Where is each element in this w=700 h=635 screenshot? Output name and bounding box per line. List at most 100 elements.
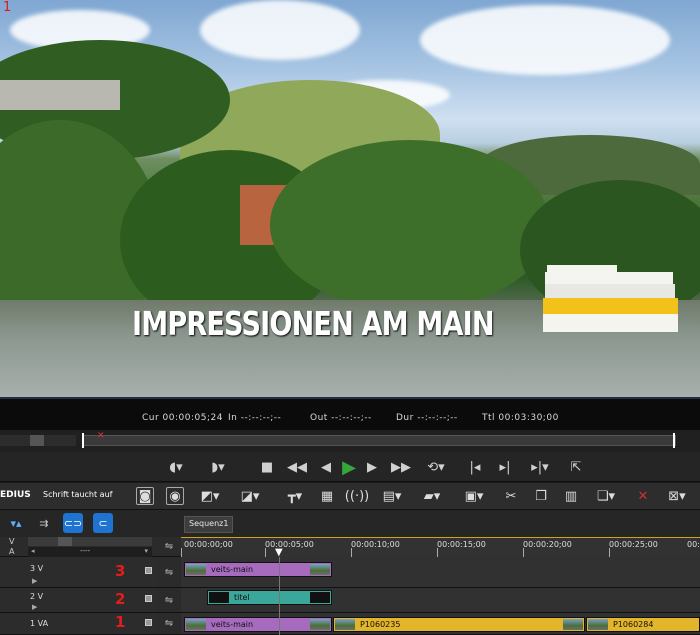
prev-edit-icon[interactable]: |◂	[464, 456, 486, 478]
marker-icon[interactable]: ┳▾	[282, 487, 308, 505]
track-visibility-icon[interactable]	[145, 567, 152, 574]
snap-icon[interactable]: ⊂	[93, 513, 113, 533]
clip-titel[interactable]: titel	[207, 590, 332, 605]
track-header-2v[interactable]: 2 V ▶ 2	[0, 588, 157, 613]
channel-value: ----	[80, 547, 91, 555]
clip-p1060235[interactable]: P1060235	[333, 617, 585, 632]
fade-out-icon[interactable]: ◪▾	[236, 487, 264, 505]
clip-veits-main[interactable]: veits-main	[184, 562, 332, 577]
rewind-icon[interactable]: ◀◀	[286, 456, 308, 478]
paste-icon[interactable]: ▥	[562, 487, 580, 505]
track-label: 2 V	[30, 592, 44, 601]
scrub-row: ✕	[0, 430, 700, 452]
track-area-2v[interactable]: titel	[181, 588, 700, 613]
stop-icon[interactable]: ■	[258, 456, 276, 478]
sync-lock-icon[interactable]: ⇋	[157, 557, 181, 588]
total-timecode: Ttl 00:03:30;00	[482, 413, 559, 423]
preview-monitor: 1 IMPRESSIONEN AM MAIN	[0, 0, 700, 397]
clip-veits-main[interactable]: veits-main	[184, 617, 332, 632]
stack-icon[interactable]: ▤▾	[378, 487, 406, 505]
main-toolbar: EDIUS Schrift taucht auf ◙ ◉ ◩▾ ◪▾ ┳▾ ▦ …	[0, 483, 700, 510]
track-visibility-icon[interactable]	[145, 595, 152, 602]
set-out-icon[interactable]: ◗▾	[206, 456, 230, 478]
clip-thumbnail	[186, 564, 206, 575]
step-forward-icon[interactable]: ▶	[364, 456, 380, 478]
play-icon[interactable]: ▶	[338, 456, 360, 478]
expand-arrow-icon[interactable]: ▶	[32, 577, 37, 585]
ruler-tick: 00:00:10;00	[351, 540, 400, 549]
ripple-delete-icon[interactable]: ⊠▾	[662, 487, 692, 505]
track-visibility-icon[interactable]	[145, 619, 152, 626]
clip-thumbnail	[310, 619, 330, 630]
app-title: EDIUS	[0, 490, 31, 500]
current-timecode: Cur 00:00:05;24	[142, 413, 223, 423]
track-height-handle[interactable]	[58, 537, 72, 546]
step-back-icon[interactable]: ◀	[318, 456, 334, 478]
clip-thumbnail	[209, 592, 229, 603]
camera-icon[interactable]: ◙	[136, 487, 154, 505]
cloud	[420, 5, 670, 75]
out-marker	[673, 433, 675, 448]
cloud	[200, 0, 360, 60]
clip-label: veits-main	[211, 565, 254, 574]
cut-icon[interactable]: ✂	[502, 487, 520, 505]
set-in-icon[interactable]: ◖▾	[166, 456, 186, 478]
sync-lock-icon[interactable]: ⇋	[157, 588, 181, 613]
jog-slider[interactable]	[0, 435, 76, 446]
ruler-tick: 00:00:25;00	[609, 540, 658, 549]
copy-icon[interactable]: ❐	[532, 487, 550, 505]
track-number: 1	[115, 613, 126, 631]
clip-thumbnail	[335, 619, 355, 630]
chevron-left-icon[interactable]: ◂	[31, 547, 35, 555]
edius-window: 1 IMPRESSIONEN AM MAIN Cur 00:00:05;24 I…	[0, 0, 700, 635]
loop-play-icon[interactable]: ⟲▾	[420, 456, 452, 478]
timeline-ruler[interactable]: 00:00:00;00 00:00:05;00 00:00:10;00 00:0…	[181, 537, 700, 558]
clip-label: P1060235	[360, 620, 401, 629]
v-label: V	[9, 537, 15, 546]
buildings	[0, 80, 120, 110]
track-header-top: V A ◂ ---- ▾	[0, 537, 157, 557]
jog-handle[interactable]	[30, 435, 44, 446]
capture-icon[interactable]: ◉	[166, 487, 184, 505]
open-folder-icon[interactable]: ▰▾	[418, 487, 446, 505]
chevron-down-icon[interactable]: ▾	[144, 547, 148, 555]
clip-label: titel	[234, 593, 250, 602]
playhead-marker-icon[interactable]: ✕	[97, 431, 105, 441]
playhead-line	[279, 613, 280, 635]
paste-special-icon[interactable]: ❏▾	[592, 487, 620, 505]
sequence-tabs: Sequenz1	[157, 510, 700, 537]
ship	[543, 265, 678, 332]
fade-in-icon[interactable]: ◩▾	[196, 487, 224, 505]
position-bar[interactable]	[82, 435, 676, 446]
track-area-1va[interactable]: veits-main P1060235 P1060284	[181, 613, 700, 635]
clip-p1060284[interactable]: P1060284	[586, 617, 700, 632]
sync-lock-icon[interactable]: ⇋	[157, 613, 181, 635]
clip-thumbnail	[588, 619, 608, 630]
track-label: 3 V	[30, 564, 44, 573]
insert-mode-icon[interactable]: ⇉	[34, 513, 54, 533]
track-height-slider[interactable]	[28, 537, 152, 546]
track-area-3v[interactable]: veits-main	[181, 557, 700, 588]
insert-to-timeline-icon[interactable]: ▸|▾	[524, 456, 556, 478]
track-label: 1 VA	[30, 619, 49, 628]
save-icon[interactable]: ▣▾	[460, 487, 488, 505]
fast-forward-icon[interactable]: ▶▶	[390, 456, 412, 478]
out-timecode: Out --:--:--;--	[310, 413, 372, 423]
ruler-tick: 00:00:	[687, 540, 700, 549]
track-header-3v[interactable]: 3 V ▶ 3	[0, 557, 157, 588]
in-marker	[82, 433, 84, 448]
playhead-line	[279, 588, 280, 613]
clip-label: P1060284	[613, 620, 654, 629]
delete-icon[interactable]: ✕	[634, 487, 652, 505]
tab-sequenz1[interactable]: Sequenz1	[184, 516, 234, 533]
sync-icon[interactable]: ((·))	[345, 487, 369, 505]
expand-arrow-icon[interactable]: ▶	[32, 603, 37, 611]
delete-marker-icon[interactable]: ▦	[318, 487, 336, 505]
audio-channel-select[interactable]: ◂ ---- ▾	[28, 547, 152, 557]
next-edit-icon[interactable]: ▸|	[494, 456, 516, 478]
sync-lock-icon[interactable]: ⇋	[157, 537, 181, 557]
track-header-1va[interactable]: 1 VA 1	[0, 613, 157, 635]
link-icon[interactable]: ⊂⊃	[63, 513, 83, 533]
export-icon[interactable]: ⇱	[566, 456, 586, 478]
mode-icon[interactable]: ▾▴	[6, 513, 26, 533]
